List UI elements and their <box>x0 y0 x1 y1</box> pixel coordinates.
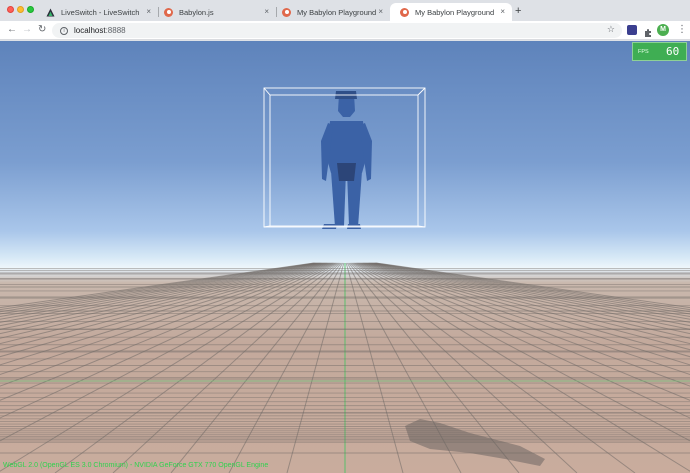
tab-babylonjs[interactable]: Babylon.js × <box>154 3 276 21</box>
address-bar[interactable]: i localhost:8888 ☆ <box>52 23 622 38</box>
close-tab-icon[interactable]: × <box>146 7 151 17</box>
url-port: :8888 <box>105 26 126 35</box>
new-tab-button[interactable]: + <box>515 5 521 17</box>
fps-label: FPS <box>638 48 649 55</box>
ground-grid <box>0 262 690 473</box>
grid-line <box>112 262 341 473</box>
babylon-icon <box>400 7 409 17</box>
character-model <box>321 91 372 229</box>
liveswitch-icon <box>46 8 55 17</box>
tab-liveswitch[interactable]: LiveSwitch - LiveSwitch × <box>36 3 158 21</box>
tab-playground-1[interactable]: My Babylon Playground × <box>272 3 390 21</box>
tab-label: LiveSwitch - LiveSwitch <box>61 7 140 17</box>
engine-info-text: WebGL 2.0 (OpenGL ES 3.0 Chromium) - NVI… <box>3 462 269 469</box>
info-icon[interactable]: i <box>60 26 68 35</box>
minimize-window-button[interactable] <box>17 6 24 13</box>
babylon-canvas[interactable]: FPS 60 WebGL 2.0 (OpenGL ES 3.0 Chromium… <box>0 41 690 473</box>
extensions-puzzle-icon[interactable] <box>643 25 653 37</box>
scene-render <box>0 87 690 473</box>
forward-arrow-icon[interactable]: → <box>22 24 32 36</box>
close-tab-icon[interactable]: × <box>500 7 505 17</box>
tab-strip: LiveSwitch - LiveSwitch × Babylon.js × M… <box>0 0 690 21</box>
babylon-icon <box>282 7 291 17</box>
maximize-window-button[interactable] <box>27 6 34 13</box>
tab-playground-active[interactable]: My Babylon Playground × <box>390 3 512 21</box>
url-host: localhost <box>74 26 106 35</box>
fps-counter: FPS 60 <box>632 42 687 61</box>
close-window-button[interactable] <box>7 6 14 13</box>
profile-avatar[interactable]: M <box>657 24 669 36</box>
back-arrow-icon[interactable]: ← <box>7 24 17 36</box>
extension-icon[interactable] <box>627 25 637 35</box>
tab-label: Babylon.js <box>179 7 214 17</box>
close-tab-icon[interactable]: × <box>378 7 383 17</box>
reload-icon[interactable]: ↻ <box>38 24 46 36</box>
browser-toolbar: ← → ↻ i localhost:8888 ☆ M ⋮ <box>0 21 690 40</box>
babylon-icon <box>164 7 173 17</box>
fps-value: 60 <box>666 45 680 58</box>
more-menu-icon[interactable]: ⋮ <box>677 24 687 36</box>
tab-label: My Babylon Playground <box>415 7 495 17</box>
tab-label: My Babylon Playground <box>297 7 377 17</box>
close-tab-icon[interactable]: × <box>264 7 269 17</box>
bookmark-star-icon[interactable]: ☆ <box>607 24 615 35</box>
